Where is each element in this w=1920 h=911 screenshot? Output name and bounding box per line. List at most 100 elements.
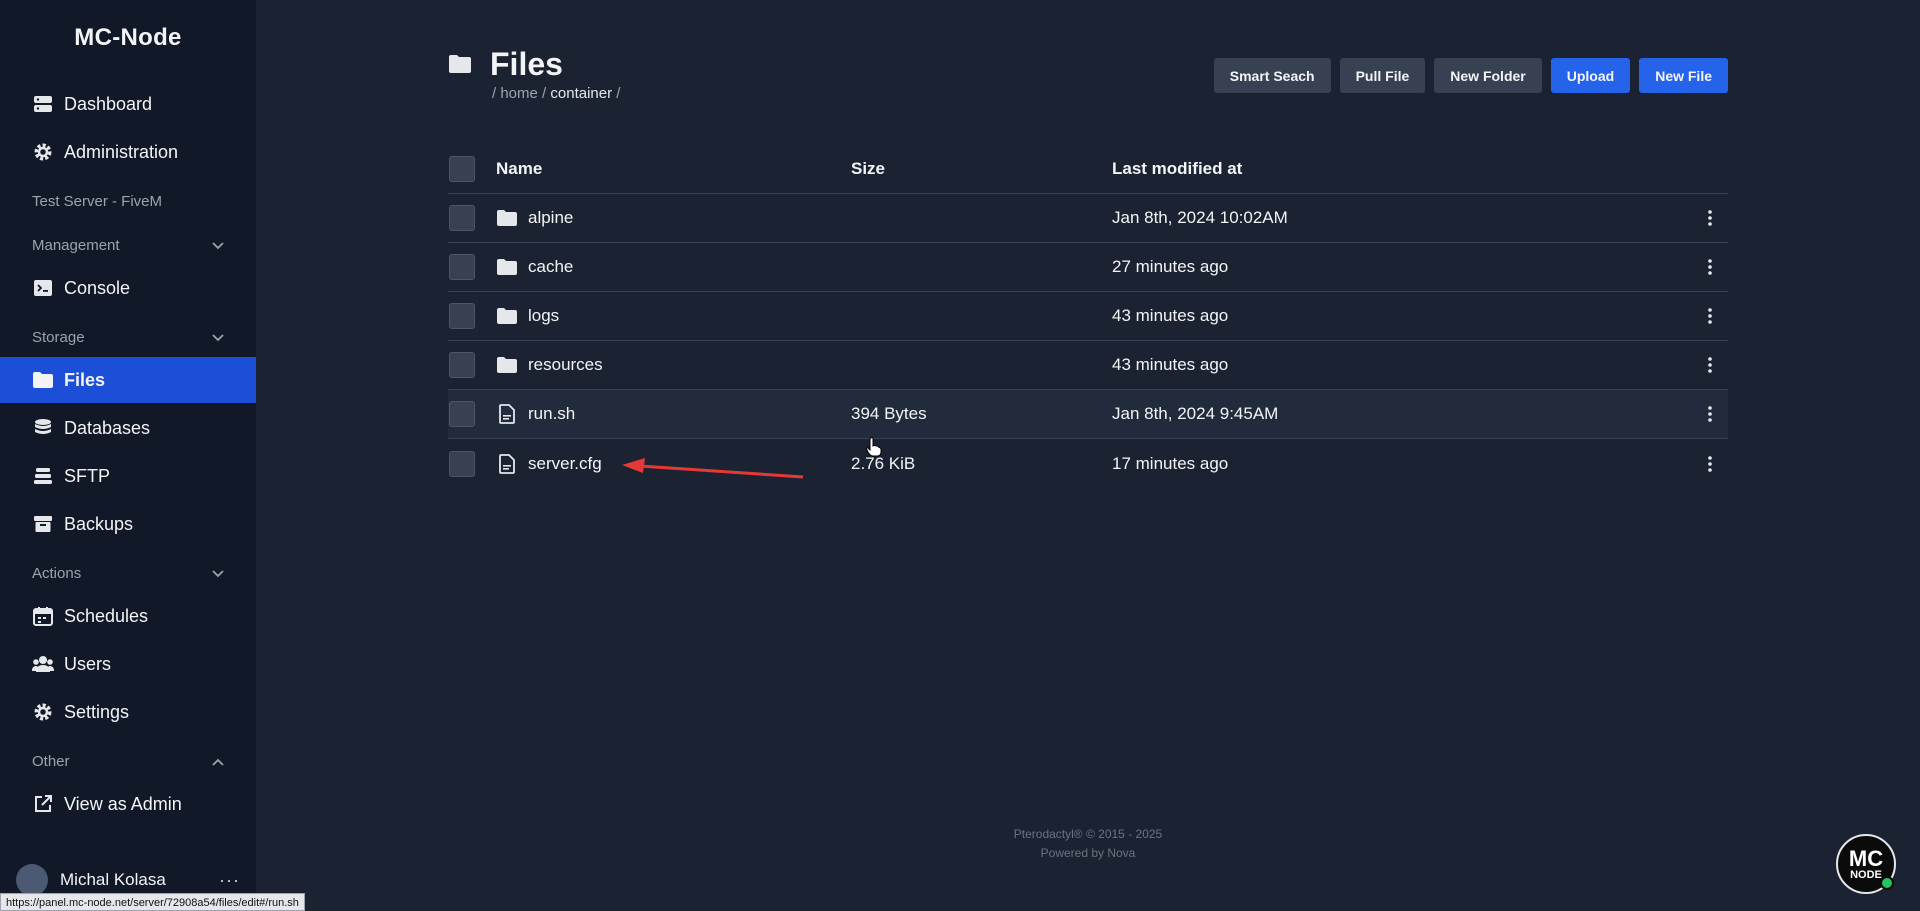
section-label: Management xyxy=(32,237,120,254)
nav-label: Backups xyxy=(64,513,134,534)
row-menu-icon[interactable] xyxy=(1692,455,1728,472)
chevron-down-icon xyxy=(212,237,224,254)
nav-label: Dashboard xyxy=(64,93,153,114)
smart-search-button[interactable]: Smart Seach xyxy=(1213,58,1331,93)
row-menu-icon[interactable] xyxy=(1692,406,1728,422)
page-title: Files xyxy=(490,46,563,82)
nav-files[interactable]: Files xyxy=(0,357,256,403)
nav-console[interactable]: Console xyxy=(0,265,256,311)
database-icon xyxy=(32,417,54,439)
folder-icon xyxy=(496,208,518,228)
file-name[interactable]: server.cfg xyxy=(528,454,602,474)
external-link-icon xyxy=(32,793,54,815)
section-actions-toggle[interactable]: Actions xyxy=(32,565,224,582)
new-folder-button[interactable]: New Folder xyxy=(1434,58,1542,93)
row-menu-icon[interactable] xyxy=(1692,308,1728,324)
nav-databases[interactable]: Databases xyxy=(0,405,256,451)
nav-backups[interactable]: Backups xyxy=(0,501,256,547)
table-row[interactable]: cache 27 minutes ago xyxy=(448,243,1728,292)
row-menu-icon[interactable] xyxy=(1692,259,1728,275)
breadcrumb: / home / container / xyxy=(492,85,620,102)
file-icon xyxy=(496,453,518,474)
table-row[interactable]: alpine Jan 8th, 2024 10:02AM xyxy=(448,194,1728,243)
archive-box-icon xyxy=(32,513,54,535)
folder-icon xyxy=(448,54,474,76)
avatar xyxy=(16,864,48,896)
table-header: Name Size Last modified at xyxy=(448,144,1728,194)
table-row[interactable]: logs 43 minutes ago xyxy=(448,292,1728,341)
column-name[interactable]: Name xyxy=(496,159,851,179)
breadcrumb-separator: / xyxy=(542,85,547,102)
file-name[interactable]: alpine xyxy=(528,208,573,228)
row-menu-icon[interactable] xyxy=(1692,357,1728,373)
file-modified: Jan 8th, 2024 10:02AM xyxy=(1112,208,1288,227)
nav-label: Files xyxy=(64,369,106,390)
server-stack-icon xyxy=(32,93,54,115)
file-name[interactable]: logs xyxy=(528,306,559,326)
status-bar-url: https://panel.mc-node.net/server/72908a5… xyxy=(0,893,305,911)
upload-button[interactable]: Upload xyxy=(1550,58,1631,93)
section-other-toggle[interactable]: Other xyxy=(32,753,224,770)
brand-logo[interactable]: MC-Node xyxy=(0,24,256,52)
section-label: Actions xyxy=(32,565,82,582)
gear-icon xyxy=(32,141,54,163)
table-row[interactable]: server.cfg 2.76 KiB 17 minutes ago xyxy=(448,439,1728,488)
user-profile[interactable]: Michal Kolasa ··· xyxy=(16,864,240,896)
pull-file-button[interactable]: Pull File xyxy=(1339,58,1426,93)
row-checkbox[interactable] xyxy=(449,450,475,477)
row-checkbox[interactable] xyxy=(449,352,475,378)
file-modified: 43 minutes ago xyxy=(1112,306,1229,325)
section-management-toggle[interactable]: Management xyxy=(32,237,224,254)
breadcrumb-home[interactable]: home xyxy=(500,85,538,102)
chevron-down-icon xyxy=(212,565,224,582)
user-name: Michal Kolasa xyxy=(60,870,166,889)
breadcrumb-container[interactable]: container xyxy=(550,85,612,102)
column-modified[interactable]: Last modified at xyxy=(1112,159,1728,179)
file-table: Name Size Last modified at alpine Jan 8t… xyxy=(448,144,1728,488)
file-modified: Jan 8th, 2024 9:45AM xyxy=(1112,404,1279,423)
layers-icon xyxy=(32,465,54,487)
folder-icon xyxy=(496,306,518,326)
footer-copyright: Pterodactyl® © 2015 - 2025 Powered by No… xyxy=(0,827,1920,860)
more-options-icon[interactable]: ··· xyxy=(219,870,240,891)
table-row[interactable]: resources 43 minutes ago xyxy=(448,341,1728,390)
row-checkbox[interactable] xyxy=(449,205,475,231)
chevron-down-icon xyxy=(212,329,224,346)
nav-sftp[interactable]: SFTP xyxy=(0,453,256,499)
file-modified: 43 minutes ago xyxy=(1112,355,1229,374)
toolbar: Smart Seach Pull File New Folder Upload … xyxy=(1213,58,1728,93)
row-checkbox[interactable] xyxy=(449,254,475,280)
section-label: Storage xyxy=(32,329,85,346)
table-row[interactable]: run.sh 394 Bytes Jan 8th, 2024 9:45AM xyxy=(448,390,1728,439)
online-status-dot xyxy=(1880,876,1894,890)
nav-view-as-admin[interactable]: View as Admin xyxy=(0,781,256,827)
nav-schedules[interactable]: Schedules xyxy=(0,593,256,639)
file-size: 2.76 KiB xyxy=(851,453,916,473)
folder-icon xyxy=(496,257,518,277)
calendar-icon xyxy=(32,605,54,627)
folder-icon xyxy=(496,355,518,375)
row-checkbox[interactable] xyxy=(449,303,475,329)
nav-dashboard[interactable]: Dashboard xyxy=(0,81,256,127)
file-name[interactable]: cache xyxy=(528,257,573,277)
row-checkbox[interactable] xyxy=(449,401,475,427)
file-name[interactable]: run.sh xyxy=(528,404,575,424)
nav-administration[interactable]: Administration xyxy=(0,129,256,175)
chevron-up-icon xyxy=(212,753,224,770)
folder-icon xyxy=(32,369,54,391)
footer-line-2: Powered by Nova xyxy=(1040,846,1136,860)
row-menu-icon[interactable] xyxy=(1692,210,1728,226)
select-all-checkbox[interactable] xyxy=(449,155,475,182)
section-storage-toggle[interactable]: Storage xyxy=(32,329,224,346)
nav-users[interactable]: Users xyxy=(0,641,256,687)
file-name[interactable]: resources xyxy=(528,355,603,375)
column-size[interactable]: Size xyxy=(851,159,1112,179)
sidebar: MC-Node Dashboard Administration Test Se… xyxy=(0,0,256,911)
gear-icon xyxy=(32,701,54,723)
new-file-button[interactable]: New File xyxy=(1639,58,1728,93)
nav-settings[interactable]: Settings xyxy=(0,689,256,735)
file-size: 394 Bytes xyxy=(851,404,927,423)
nav-label: Schedules xyxy=(64,605,149,626)
hand-cursor-icon xyxy=(866,437,882,457)
file-icon xyxy=(496,404,518,424)
